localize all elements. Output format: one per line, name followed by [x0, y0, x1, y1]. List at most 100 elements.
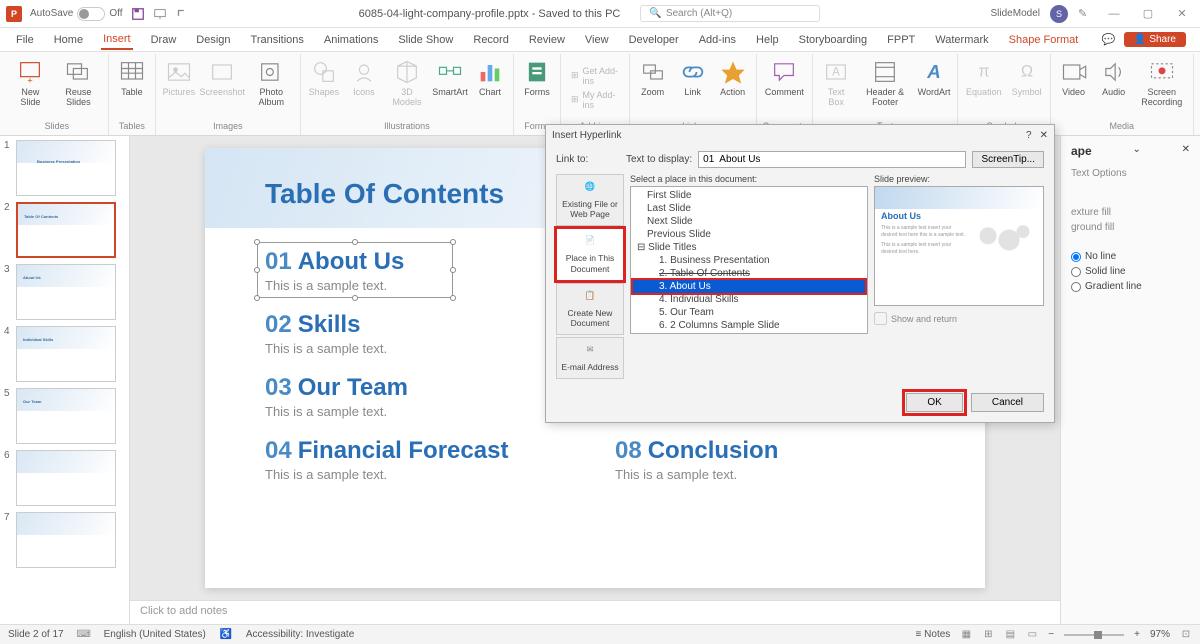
action-button[interactable]: Action — [716, 56, 750, 100]
smartart-button[interactable]: SmartArt — [433, 56, 467, 100]
place-last-slide[interactable]: Last Slide — [633, 202, 865, 215]
linkto-email[interactable]: ✉E-mail Address — [556, 337, 624, 379]
place-list[interactable]: First Slide Last Slide Next Slide Previo… — [630, 186, 868, 334]
close-pane-icon[interactable]: ✕ — [1182, 144, 1190, 164]
undo-icon[interactable] — [175, 7, 189, 21]
tab-view[interactable]: View — [583, 31, 611, 49]
place-slide-titles[interactable]: ⊟ Slide Titles — [633, 241, 865, 254]
text-options-tab[interactable]: Text Options — [1071, 168, 1190, 179]
toc-item-2[interactable]: 02SkillsThis is a sample text. — [265, 311, 575, 356]
text-box-button[interactable]: AText Box — [819, 56, 853, 110]
language-status[interactable]: English (United States) — [104, 629, 206, 640]
pictures-button[interactable]: Pictures — [162, 56, 196, 100]
tab-transitions[interactable]: Transitions — [249, 31, 306, 49]
fit-to-window-icon[interactable]: ⊡ — [1180, 629, 1192, 641]
zoom-slider[interactable] — [1064, 634, 1124, 636]
my-addins-button[interactable]: ⊞My Add-ins — [567, 89, 623, 111]
place-slide-3[interactable]: 3. About Us — [633, 280, 865, 293]
tab-file[interactable]: File — [14, 31, 36, 49]
3d-models-button[interactable]: 3D Models — [387, 56, 427, 110]
thumbnail-2[interactable]: Table Of Contents — [16, 202, 116, 258]
toc-item-1[interactable]: 01About UsThis is a sample text. — [265, 248, 575, 293]
get-addins-button[interactable]: ⊞Get Add-ins — [567, 65, 623, 87]
tab-draw[interactable]: Draw — [149, 31, 179, 49]
linkto-place-in-document[interactable]: 📄Place in This Document — [556, 228, 624, 280]
notes-toggle[interactable]: ≡ Notes — [916, 629, 951, 640]
thumbnail-6[interactable] — [16, 450, 116, 506]
equation-button[interactable]: πEquation — [964, 56, 1004, 100]
screen-recording-button[interactable]: Screen Recording — [1137, 56, 1187, 110]
tab-slideshow[interactable]: Slide Show — [396, 31, 455, 49]
tab-review[interactable]: Review — [527, 31, 567, 49]
cancel-button[interactable]: Cancel — [971, 393, 1044, 412]
comment-button[interactable]: Comment — [763, 56, 806, 100]
thumbnail-4[interactable]: Individual Skills — [16, 326, 116, 382]
dialog-help-icon[interactable]: ? — [1026, 130, 1032, 141]
gradient-line-radio[interactable]: Gradient line — [1071, 281, 1190, 292]
video-button[interactable]: Video — [1057, 56, 1091, 100]
reuse-slides-button[interactable]: Reuse Slides — [55, 56, 102, 110]
tab-shape-format[interactable]: Shape Format — [1007, 31, 1081, 49]
tab-addins[interactable]: Add-ins — [697, 31, 738, 49]
zoom-in-button[interactable]: + — [1134, 629, 1140, 640]
link-button[interactable]: Link — [676, 56, 710, 100]
toc-item-4[interactable]: 04Financial ForecastThis is a sample tex… — [265, 437, 575, 482]
tab-insert[interactable]: Insert — [101, 30, 133, 50]
photo-album-button[interactable]: Photo Album — [249, 56, 294, 110]
search-input[interactable]: 🔍 Search (Alt+Q) — [640, 5, 820, 22]
autosave-toggle[interactable]: AutoSave Off — [30, 7, 123, 21]
place-slide-2[interactable]: 2. Table Of Contents — [633, 267, 865, 280]
place-first-slide[interactable]: First Slide — [633, 189, 865, 202]
place-slide-5[interactable]: 5. Our Team — [633, 306, 865, 319]
toc-item-3[interactable]: 03Our TeamThis is a sample text. — [265, 374, 575, 419]
share-button[interactable]: 👤Share — [1124, 32, 1186, 47]
thumbnail-7[interactable] — [16, 512, 116, 568]
zoom-button[interactable]: Zoom — [636, 56, 670, 100]
screenshot-button[interactable]: Screenshot — [202, 56, 243, 100]
user-avatar[interactable]: S — [1050, 5, 1068, 23]
show-and-return-checkbox[interactable]: Show and return — [874, 312, 1044, 325]
forms-button[interactable]: Forms — [520, 56, 554, 100]
place-slide-4[interactable]: 4. Individual Skills — [633, 293, 865, 306]
tab-animations[interactable]: Animations — [322, 31, 380, 49]
icons-button[interactable]: Icons — [347, 56, 381, 100]
view-reading-icon[interactable]: ▤ — [1004, 629, 1016, 641]
chevron-down-icon[interactable]: ⌄ — [1132, 144, 1140, 164]
thumbnail-3[interactable]: About Us — [16, 264, 116, 320]
present-icon[interactable] — [153, 7, 167, 21]
place-slide-6[interactable]: 6. 2 Columns Sample Slide — [633, 319, 865, 332]
no-line-radio[interactable]: No line — [1071, 251, 1190, 262]
tab-storyboarding[interactable]: Storyboarding — [797, 31, 870, 49]
new-slide-button[interactable]: +New Slide — [12, 56, 49, 110]
zoom-out-button[interactable]: − — [1048, 629, 1054, 640]
screentip-button[interactable]: ScreenTip... — [972, 151, 1044, 168]
view-sorter-icon[interactable]: ⊞ — [982, 629, 994, 641]
table-button[interactable]: Table — [115, 56, 149, 100]
slide-thumbnails-panel[interactable]: 1Business Presentation 2Table Of Content… — [0, 136, 130, 624]
place-next-slide[interactable]: Next Slide — [633, 215, 865, 228]
audio-button[interactable]: Audio — [1097, 56, 1131, 100]
symbol-button[interactable]: ΩSymbol — [1010, 56, 1044, 100]
thumbnail-1[interactable]: Business Presentation — [16, 140, 116, 196]
toc-item-8[interactable]: 08ConclusionThis is a sample text. — [615, 437, 925, 482]
dialog-close-icon[interactable]: ✕ — [1040, 130, 1048, 141]
ok-button[interactable]: OK — [906, 393, 962, 412]
maximize-button[interactable]: ▢ — [1136, 2, 1160, 26]
text-to-display-input[interactable] — [698, 151, 966, 168]
shapes-button[interactable]: Shapes — [307, 56, 341, 100]
place-previous-slide[interactable]: Previous Slide — [633, 228, 865, 241]
slide-position[interactable]: Slide 2 of 17 — [8, 629, 64, 640]
wordart-button[interactable]: AWordArt — [917, 56, 951, 100]
toggle-icon[interactable] — [77, 7, 105, 21]
save-icon[interactable] — [131, 7, 145, 21]
view-slideshow-icon[interactable]: ▭ — [1026, 629, 1038, 641]
accessibility-status[interactable]: Accessibility: Investigate — [246, 629, 354, 640]
thumbnail-5[interactable]: Our Team — [16, 388, 116, 444]
linkto-existing-file[interactable]: 🌐Existing File or Web Page — [556, 174, 624, 226]
place-slide-1[interactable]: 1. Business Presentation — [633, 254, 865, 267]
tab-fppt[interactable]: FPPT — [885, 31, 917, 49]
close-button[interactable]: ✕ — [1170, 2, 1194, 26]
header-footer-button[interactable]: Header & Footer — [859, 56, 911, 110]
tab-developer[interactable]: Developer — [627, 31, 681, 49]
minimize-button[interactable]: — — [1102, 2, 1126, 26]
